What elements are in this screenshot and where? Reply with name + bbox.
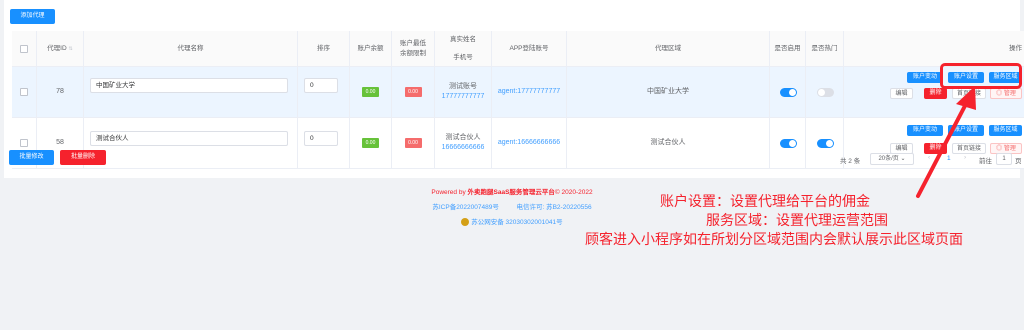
annotation-arrow (916, 86, 976, 198)
